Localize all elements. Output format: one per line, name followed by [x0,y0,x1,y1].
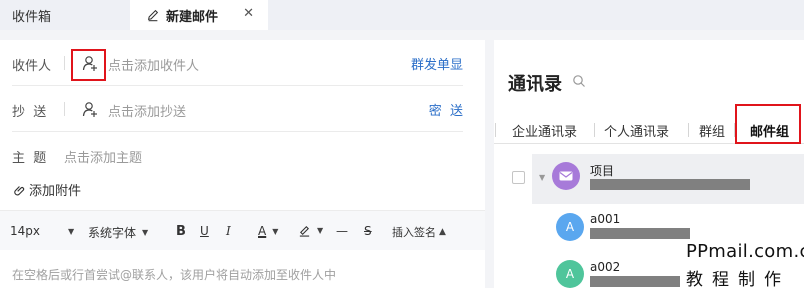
mail-group-avatar [552,162,580,190]
horizontal-line-button[interactable]: — [336,224,348,238]
redacted-text [590,276,680,287]
font-size-value: 14px [10,224,40,238]
insert-signature-label: 插入签名 [392,226,436,239]
add-attachment-label: 添加附件 [29,184,82,199]
underline-button[interactable]: U [200,224,209,238]
compose-pane: 收件人 点击添加收件人 群发单显 抄 送 点击添加抄送 密 送 主 题 点击添加… [0,40,485,288]
caret-down-icon: ▼ [317,226,324,235]
body-editor[interactable]: 在空格后或行首尝试@联系人，该用户将自动添加至收件人中 [12,266,336,283]
member-initial: A [565,267,575,281]
member-initial: A [565,220,575,234]
tab-divider [594,123,595,137]
cc-label: 抄 送 [12,105,47,120]
member-avatar: A [556,260,584,288]
strikethrough-button[interactable]: S [364,224,372,238]
member-name[interactable]: a002 [590,260,620,274]
divider [64,102,65,116]
subject-input[interactable]: 点击添加主题 [64,147,142,166]
tab-enterprise-contacts[interactable]: 企业通讯录 [512,121,577,140]
close-icon[interactable]: ✕ [243,6,254,21]
redacted-text [590,179,750,190]
bcc-link[interactable]: 密 送 [429,100,463,119]
insert-signature-button[interactable]: 插入签名 ▲ [392,224,446,240]
watermark-text: PPmail.com.cn [686,241,804,262]
cc-input[interactable]: 点击添加抄送 [108,101,186,120]
bold-button[interactable]: B [176,224,186,239]
font-size-select[interactable]: 14px ▼ [10,224,74,238]
recipient-row: 收件人 点击添加收件人 群发单显 [0,40,485,86]
tab-compose[interactable]: 新建邮件 ✕ [130,0,268,30]
caret-down-icon: ▼ [68,226,75,236]
recipient-label: 收件人 [12,59,52,74]
highlight-button[interactable]: ▼ [298,224,323,237]
font-family-select[interactable]: 系统字体 ▼ [88,224,148,241]
font-color-button[interactable]: A ▼ [258,224,278,238]
font-color-icon: A [258,224,267,238]
tab-inbox[interactable]: 收件箱 [12,0,51,30]
highlight-box [735,104,801,144]
format-toolbar: 14px ▼ 系统字体 ▼ B U I A ▼ ▼ — S 插入签名 ▲ [0,210,485,250]
subject-row: 主 题 点击添加主题 [0,132,485,178]
add-attachment-button[interactable]: 添加附件 [12,180,81,199]
recipient-input[interactable]: 点击添加收件人 [108,55,199,74]
divider [64,56,65,70]
expand-triangle-icon[interactable]: ▼ [539,173,545,182]
font-family-value: 系统字体 [88,226,137,240]
caret-up-icon: ▲ [439,227,446,237]
tab-compose-label: 新建邮件 [166,9,219,25]
tab-personal-contacts[interactable]: 个人通讯录 [604,121,669,140]
paperclip-icon [14,185,25,195]
group-checkbox[interactable] [512,171,525,184]
add-contact-icon[interactable] [81,100,99,118]
mail-window: 收件箱 新建邮件 ✕ 收件人 点击添加收件人 群发单显 抄 送 点击添加抄送 密… [0,0,804,288]
caret-down-icon: ▼ [272,226,279,236]
member-name[interactable]: a001 [590,212,620,226]
subject-label: 主 题 [12,151,47,166]
italic-button[interactable]: I [226,224,231,238]
envelope-icon [559,171,573,181]
tab-groups[interactable]: 群组 [699,121,725,140]
cc-row: 抄 送 点击添加抄送 密 送 [0,86,485,132]
tab-bar: 收件箱 新建邮件 ✕ [0,0,804,30]
redacted-text [590,228,690,239]
caret-down-icon: ▼ [142,228,149,237]
watermark-text: 教程制作 [686,270,790,288]
highlight-box [71,49,106,81]
contacts-title: 通讯录 [508,74,562,95]
member-avatar: A [556,213,584,241]
tab-divider [495,123,496,137]
group-name: 项目 [590,164,615,178]
mass-send-link[interactable]: 群发单显 [411,54,463,73]
highlighter-icon [299,225,310,237]
search-icon[interactable] [572,74,586,88]
edit-icon [147,9,159,22]
tab-divider [688,123,689,137]
